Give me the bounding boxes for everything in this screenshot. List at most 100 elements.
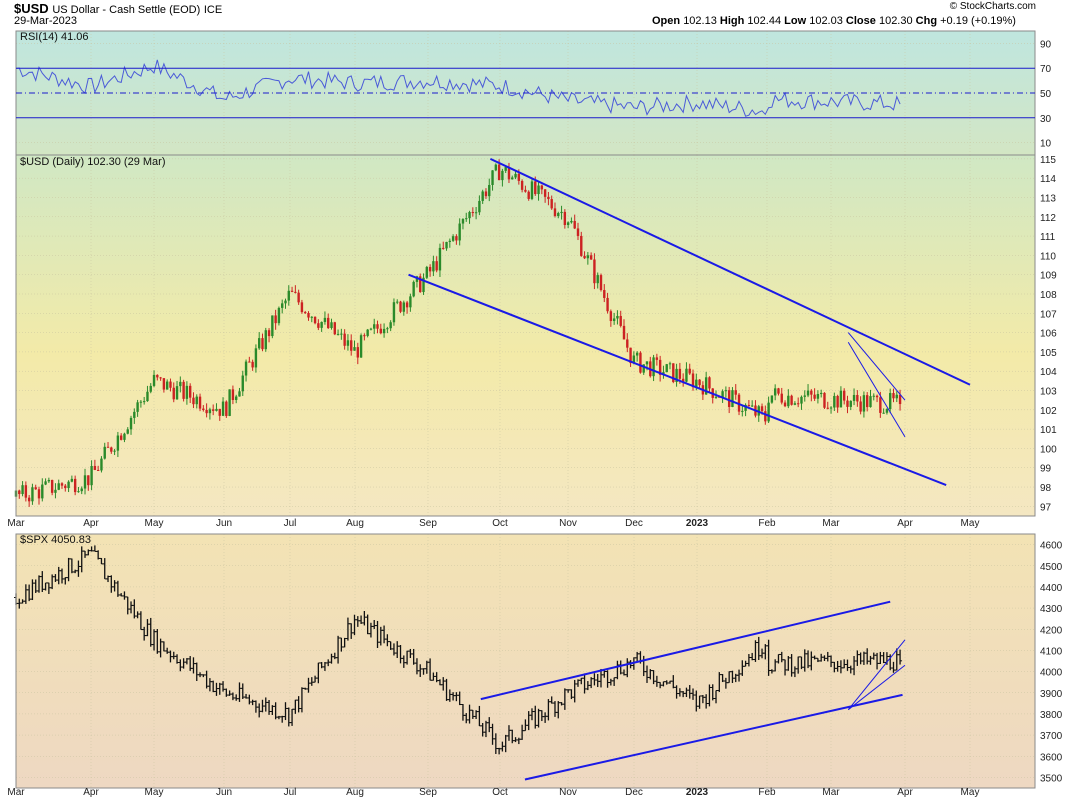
usd-candle-body bbox=[866, 395, 869, 408]
usd-candle-body bbox=[346, 340, 350, 346]
usd-candle-body bbox=[350, 340, 353, 351]
usd-candle-body bbox=[27, 497, 31, 502]
usd-candle-body bbox=[609, 311, 613, 322]
spx-x-tick-label: Jul bbox=[284, 787, 297, 798]
usd-x-tick-label: Sep bbox=[419, 518, 437, 529]
usd-candle-body bbox=[668, 363, 672, 365]
usd-candle-body bbox=[333, 322, 336, 335]
usd-x-tick-label: Nov bbox=[559, 518, 577, 529]
usd-candle-body bbox=[73, 478, 77, 493]
usd-candle-body bbox=[264, 330, 267, 350]
usd-candle-body bbox=[517, 173, 521, 181]
usd-y-tick-label: 100 bbox=[1040, 444, 1057, 455]
usd-candle-body bbox=[248, 361, 251, 363]
usd-candle-body bbox=[619, 315, 622, 326]
usd-candle-body bbox=[823, 392, 826, 408]
usd-candle-body bbox=[241, 375, 244, 392]
usd-candle-body bbox=[586, 255, 590, 259]
usd-candle-body bbox=[468, 212, 471, 219]
usd-candle-body bbox=[750, 405, 754, 407]
usd-candle-body bbox=[557, 213, 560, 217]
usd-candle-body bbox=[635, 352, 639, 356]
usd-x-tick-label: Mar bbox=[7, 518, 25, 529]
chart-canvas: 90 70 50 30 10 97 98 99 100 101 102 103 104 105 106 107… bbox=[7, 30, 1063, 798]
usd-candle-body bbox=[560, 211, 563, 214]
usd-candle-body bbox=[435, 261, 438, 271]
spx-x-tick-label: Mar bbox=[822, 787, 840, 798]
usd-candle-body bbox=[363, 335, 366, 337]
usd-candle-body bbox=[231, 389, 235, 400]
usd-candle-body bbox=[428, 267, 432, 272]
usd-candle-body bbox=[846, 400, 849, 407]
usd-candle-body bbox=[800, 396, 803, 404]
usd-candle-body bbox=[254, 348, 258, 368]
usd-x-tick-label: Mar bbox=[822, 518, 840, 529]
spx-x-tick-label: Mar bbox=[7, 787, 25, 798]
usd-candle-body bbox=[563, 211, 567, 225]
usd-candle-body bbox=[149, 385, 152, 392]
usd-candle-body bbox=[116, 435, 120, 451]
usd-x-tick-label: Oct bbox=[492, 518, 508, 529]
usd-panel-label: $USD (Daily) 102.30 (29 Mar) bbox=[20, 156, 166, 168]
usd-x-tick-label: May bbox=[145, 518, 164, 529]
spx-x-tick-label: Nov bbox=[559, 787, 577, 798]
usd-candle-body bbox=[182, 381, 185, 399]
usd-candle-body bbox=[156, 374, 159, 378]
usd-candle-body bbox=[566, 222, 570, 225]
usd-candle-body bbox=[386, 328, 389, 330]
usd-candle-body bbox=[34, 487, 37, 490]
usd-x-tick-label: Feb bbox=[758, 518, 776, 529]
usd-candle-body bbox=[770, 395, 774, 403]
spx-x-tick-label: Jun bbox=[216, 787, 232, 798]
usd-candle-body bbox=[198, 396, 202, 409]
usd-candle-body bbox=[50, 479, 54, 493]
usd-candle-body bbox=[849, 400, 852, 407]
usd-candle-body bbox=[100, 458, 103, 471]
usd-candle-body bbox=[290, 290, 294, 292]
usd-y-tick-label: 104 bbox=[1040, 367, 1057, 378]
usd-candle-body bbox=[451, 236, 455, 241]
usd-candle-body bbox=[603, 290, 606, 298]
usd-x-tick-label: May bbox=[961, 518, 980, 529]
usd-candle-body bbox=[842, 390, 846, 401]
usd-candle-body bbox=[540, 185, 544, 190]
usd-candle-body bbox=[211, 409, 215, 411]
usd-candle-body bbox=[340, 333, 343, 335]
usd-candle-body bbox=[810, 390, 813, 395]
usd-candle-body bbox=[126, 429, 129, 434]
rsi-panel-label: RSI(14) 41.06 bbox=[20, 31, 88, 43]
usd-candle-body bbox=[497, 164, 501, 181]
usd-x-tick-label: 2023 bbox=[686, 518, 709, 529]
usd-candle-body bbox=[478, 200, 481, 213]
usd-candle-body bbox=[589, 255, 593, 260]
usd-candle-body bbox=[244, 361, 248, 376]
usd-candle-body bbox=[225, 401, 228, 416]
usd-y-tick-label: 110 bbox=[1040, 251, 1056, 262]
usd-candle-body bbox=[133, 411, 136, 418]
usd-candle-body bbox=[238, 391, 241, 397]
rsi-y-tick-label: 30 bbox=[1040, 114, 1052, 125]
usd-candle-body bbox=[330, 322, 333, 329]
usd-candle-body bbox=[77, 491, 80, 493]
usd-candle-body bbox=[188, 385, 192, 398]
usd-candle-body bbox=[162, 378, 166, 390]
usd-candle-body bbox=[215, 408, 218, 411]
usd-candle-body bbox=[251, 361, 254, 368]
usd-candle-body bbox=[192, 397, 195, 405]
usd-candle-body bbox=[113, 450, 116, 452]
usd-candle-body bbox=[898, 394, 902, 405]
usd-candle-body bbox=[580, 235, 583, 256]
usd-candle-body bbox=[655, 357, 659, 360]
usd-candle-body bbox=[376, 324, 379, 329]
usd-y-tick-label: 109 bbox=[1040, 271, 1057, 282]
spx-y-tick-label: 4600 bbox=[1040, 541, 1063, 552]
usd-candle-body bbox=[708, 377, 711, 389]
usd-x-tick-label: Dec bbox=[625, 518, 643, 529]
usd-candle-body bbox=[18, 490, 21, 495]
usd-x-tick-label: Apr bbox=[83, 518, 99, 529]
usd-candle-body bbox=[353, 347, 356, 351]
usd-candle-body bbox=[803, 395, 806, 397]
usd-candle-body bbox=[205, 409, 208, 414]
usd-candle-body bbox=[152, 374, 156, 386]
usd-candle-body bbox=[307, 313, 310, 318]
